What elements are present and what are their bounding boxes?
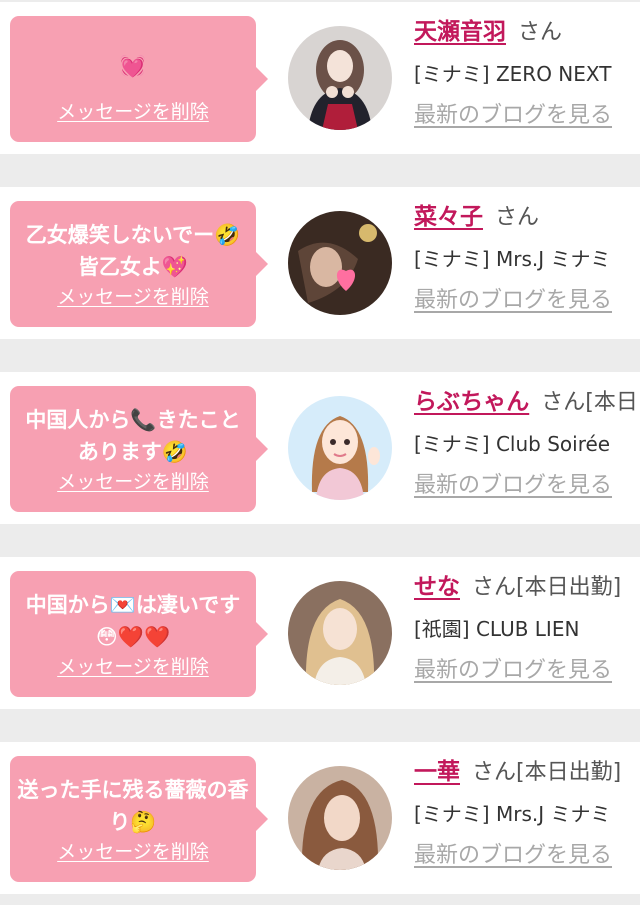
message-card: 送った手に残る薔薇の香り🤔 メッセージを削除 一華 さん[本日出勤] [ミナミ] … bbox=[0, 742, 640, 894]
latest-blog-link[interactable]: 最新のブログを見る bbox=[414, 462, 640, 502]
message-text: 中国人から📞きたことあります🤣 bbox=[25, 408, 241, 464]
avatar[interactable] bbox=[288, 396, 392, 500]
latest-blog-link[interactable]: 最新のブログを見る bbox=[414, 832, 640, 872]
message-bubble: 乙女爆笑しないでー🤣皆乙女よ💖 メッセージを削除 bbox=[10, 201, 268, 327]
latest-blog-link[interactable]: 最新のブログを見る bbox=[414, 92, 640, 132]
profile-info: 天瀬音羽 さん [ミナミ] ZERO NEXT 最新のブログを見る bbox=[414, 12, 640, 132]
profile-name-link[interactable]: らぶちゃん bbox=[414, 389, 529, 415]
message-text: 乙女爆笑しないでー🤣皆乙女よ💖 bbox=[25, 223, 241, 279]
shop-name: [祇園] CLUB LIEN bbox=[414, 617, 580, 641]
message-card: 乙女爆笑しないでー🤣皆乙女よ💖 メッセージを削除 菜々子 さん [ミナミ] Mrs… bbox=[0, 187, 640, 339]
delete-message-button[interactable]: メッセージを削除 bbox=[10, 97, 256, 124]
latest-blog-link[interactable]: 最新のブログを見る bbox=[414, 277, 640, 317]
delete-message-button[interactable]: メッセージを削除 bbox=[10, 837, 256, 864]
delete-message-button[interactable]: メッセージを削除 bbox=[10, 467, 256, 494]
message-text: 送った手に残る薔薇の香り🤔 bbox=[17, 778, 249, 834]
profile-name-link[interactable]: 一華 bbox=[414, 759, 460, 785]
message-bubble: 送った手に残る薔薇の香り🤔 メッセージを削除 bbox=[10, 756, 268, 882]
message-card: 💓 メッセージを削除 天瀬音羽 さん [ミナミ] ZERO NEXT 最新のブログ… bbox=[0, 2, 640, 154]
profile-info: 一華 さん[本日出勤] [ミナミ] Mrs.J ミナミ 最新のブログを見る bbox=[414, 752, 640, 872]
name-suffix: さん bbox=[495, 205, 540, 230]
shop-name: [ミナミ] Mrs.J ミナミ bbox=[414, 802, 611, 826]
delete-message-button[interactable]: メッセージを削除 bbox=[10, 652, 256, 679]
shop-name: [ミナミ] Mrs.J ミナミ bbox=[414, 247, 611, 271]
profile-name-link[interactable]: 菜々子 bbox=[414, 204, 483, 230]
name-suffix: さん[本日出勤] bbox=[472, 760, 622, 785]
delete-message-button[interactable]: メッセージを削除 bbox=[10, 282, 256, 309]
name-suffix: さん bbox=[518, 20, 563, 45]
message-card: 中国人から📞きたことあります🤣 メッセージを削除 らぶちゃん さん[本日 [ミナミ… bbox=[0, 372, 640, 524]
shop-name: [ミナミ] ZERO NEXT bbox=[414, 62, 612, 86]
latest-blog-link[interactable]: 最新のブログを見る bbox=[414, 647, 640, 687]
profile-name-link[interactable]: 天瀬音羽 bbox=[414, 19, 506, 45]
profile-info: らぶちゃん さん[本日 [ミナミ] Club Soirée 最新のブログを見る bbox=[414, 382, 640, 502]
message-bubble: 中国から💌は凄いです😳❤️❤️ メッセージを削除 bbox=[10, 571, 268, 697]
message-card: 中国から💌は凄いです😳❤️❤️ メッセージを削除 せな さん[本日出勤] [祇園]… bbox=[0, 557, 640, 709]
avatar[interactable] bbox=[288, 26, 392, 130]
message-text: 💓 bbox=[119, 54, 147, 78]
avatar[interactable] bbox=[288, 581, 392, 685]
message-bubble: 💓 メッセージを削除 bbox=[10, 16, 268, 142]
profile-name-link[interactable]: せな bbox=[414, 574, 460, 600]
avatar[interactable] bbox=[288, 766, 392, 870]
message-bubble: 中国人から📞きたことあります🤣 メッセージを削除 bbox=[10, 386, 268, 512]
name-suffix: さん[本日出勤] bbox=[472, 575, 622, 600]
avatar[interactable] bbox=[288, 211, 392, 315]
name-suffix: さん[本日 bbox=[541, 390, 638, 415]
shop-name: [ミナミ] Club Soirée bbox=[414, 432, 611, 456]
profile-info: せな さん[本日出勤] [祇園] CLUB LIEN 最新のブログを見る bbox=[414, 567, 640, 687]
message-text: 中国から💌は凄いです😳❤️❤️ bbox=[25, 593, 241, 649]
profile-info: 菜々子 さん [ミナミ] Mrs.J ミナミ 最新のブログを見る bbox=[414, 197, 640, 317]
message-list: 💓 メッセージを削除 天瀬音羽 さん [ミナミ] ZERO NEXT 最新のブログ… bbox=[0, 0, 640, 905]
